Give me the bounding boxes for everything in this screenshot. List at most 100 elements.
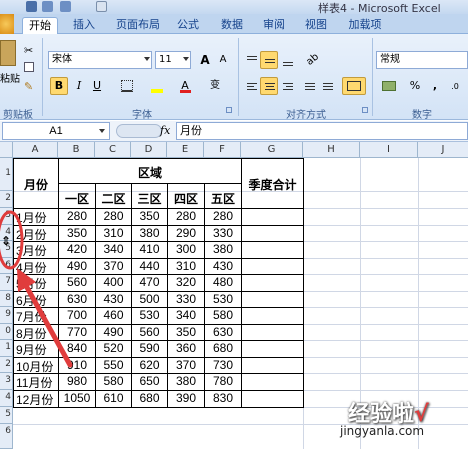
cut-icon[interactable]: ✂ [24, 44, 33, 57]
value-cell[interactable]: 350 [168, 325, 204, 339]
value-cell[interactable]: 440 [132, 259, 167, 273]
value-cell[interactable]: 310 [168, 259, 204, 273]
value-cell[interactable]: 280 [168, 209, 204, 223]
chevron-down-icon[interactable] [183, 57, 189, 61]
italic-button[interactable]: I [70, 77, 88, 95]
paste-icon[interactable] [0, 40, 16, 66]
tab-add-ins[interactable]: 加载项 [342, 17, 388, 34]
formula-input[interactable]: 月份 [176, 122, 468, 140]
paste-button[interactable]: 粘贴 [0, 70, 20, 85]
value-cell[interactable]: 620 [132, 358, 167, 372]
value-cell[interactable]: 580 [205, 308, 241, 322]
quarter-total-header-cell[interactable]: 季度合计 [242, 176, 303, 193]
dialog-launcher-icon[interactable] [362, 107, 368, 113]
dialog-launcher-icon[interactable] [226, 107, 232, 113]
tab-home[interactable]: 开始 [22, 17, 58, 34]
value-cell[interactable]: 430 [205, 259, 241, 273]
value-cell[interactable]: 380 [168, 374, 204, 388]
value-cell[interactable]: 380 [205, 242, 241, 256]
bold-button[interactable]: B [50, 77, 68, 95]
value-cell[interactable]: 330 [205, 226, 241, 240]
value-cell[interactable]: 400 [96, 275, 131, 289]
row-header[interactable]: 4 [0, 390, 13, 407]
formula-splitter[interactable] [116, 124, 162, 138]
orientation-icon[interactable]: ab [302, 51, 324, 69]
value-cell[interactable]: 500 [132, 292, 167, 306]
value-cell[interactable]: 480 [205, 275, 241, 289]
value-cell[interactable]: 330 [168, 292, 204, 306]
value-cell[interactable]: 520 [96, 341, 131, 355]
value-cell[interactable]: 280 [96, 209, 131, 223]
value-cell[interactable]: 650 [132, 374, 167, 388]
region-header-cell[interactable]: 区域 [59, 164, 241, 181]
value-cell[interactable]: 370 [96, 259, 131, 273]
column-header-i[interactable]: I [360, 142, 418, 158]
column-header-d[interactable]: D [131, 142, 167, 158]
column-header-a[interactable]: A [13, 142, 58, 158]
row-header[interactable]: 3 [0, 373, 13, 390]
increase-indent-icon[interactable] [318, 77, 336, 95]
column-header-g[interactable]: G [241, 142, 303, 158]
borders-icon[interactable] [118, 77, 136, 95]
value-cell[interactable]: 560 [132, 325, 167, 339]
format-painter-icon[interactable]: ✎ [24, 80, 33, 93]
align-left-icon[interactable] [242, 77, 260, 95]
save-icon[interactable] [26, 1, 37, 12]
value-cell[interactable]: 490 [96, 325, 131, 339]
value-cell[interactable]: 390 [168, 391, 204, 405]
value-cell[interactable]: 780 [205, 374, 241, 388]
name-box[interactable]: A1 [2, 122, 110, 140]
value-cell[interactable]: 290 [168, 226, 204, 240]
value-cell[interactable]: 370 [168, 358, 204, 372]
tab-review[interactable]: 审阅 [256, 17, 292, 34]
column-header-h[interactable]: H [303, 142, 360, 158]
underline-button[interactable]: U [88, 77, 106, 95]
value-cell[interactable]: 680 [205, 341, 241, 355]
value-cell[interactable]: 350 [132, 209, 167, 223]
font-size-box[interactable]: 11 [155, 51, 191, 69]
value-cell[interactable]: 730 [205, 358, 241, 372]
increase-decimal-icon[interactable]: .0 [446, 77, 464, 95]
align-top-icon[interactable] [242, 51, 260, 69]
value-cell[interactable]: 1050 [59, 391, 95, 405]
value-cell[interactable]: 580 [96, 374, 131, 388]
copy-icon[interactable] [24, 62, 34, 72]
column-header-j[interactable]: J [418, 142, 468, 158]
row-header[interactable]: 6 [0, 424, 13, 449]
chevron-down-icon[interactable] [99, 129, 105, 133]
value-cell[interactable]: 340 [96, 242, 131, 256]
column-header-f[interactable]: F [204, 142, 241, 158]
undo-icon[interactable] [42, 1, 53, 12]
month-cell[interactable]: 12月份 [14, 391, 58, 408]
column-header-e[interactable]: E [167, 142, 204, 158]
value-cell[interactable]: 430 [96, 292, 131, 306]
phonetic-button[interactable]: 变 [206, 77, 224, 95]
district-header-cell[interactable]: 二区 [96, 190, 131, 207]
district-header-cell[interactable]: 五区 [205, 190, 241, 207]
font-name-box[interactable]: 宋体 [48, 51, 152, 69]
value-cell[interactable]: 530 [205, 292, 241, 306]
value-cell[interactable]: 360 [168, 341, 204, 355]
tab-formulas[interactable]: 公式 [170, 17, 206, 34]
column-header-c[interactable]: C [95, 142, 131, 158]
number-format-box[interactable]: 常规 [376, 51, 468, 69]
district-header-cell[interactable]: 三区 [132, 190, 167, 207]
tab-page-layout[interactable]: 页面布局 [110, 17, 166, 34]
align-right-icon[interactable] [278, 77, 296, 95]
column-header-b[interactable]: B [58, 142, 95, 158]
value-cell[interactable]: 320 [168, 275, 204, 289]
value-cell[interactable]: 530 [132, 308, 167, 322]
insert-function-button[interactable]: fx [160, 124, 170, 137]
value-cell[interactable]: 340 [168, 308, 204, 322]
month-cell[interactable]: 11月份 [14, 374, 58, 391]
value-cell[interactable]: 310 [96, 226, 131, 240]
grow-font-button[interactable]: A [196, 51, 214, 69]
value-cell[interactable]: 550 [96, 358, 131, 372]
value-cell[interactable]: 630 [205, 325, 241, 339]
currency-icon[interactable] [378, 77, 402, 95]
value-cell[interactable]: 610 [96, 391, 131, 405]
comma-button[interactable]: , [426, 77, 444, 95]
office-button-icon[interactable] [0, 14, 14, 34]
merge-center-icon[interactable] [342, 77, 366, 95]
tab-data[interactable]: 数据 [214, 17, 250, 34]
